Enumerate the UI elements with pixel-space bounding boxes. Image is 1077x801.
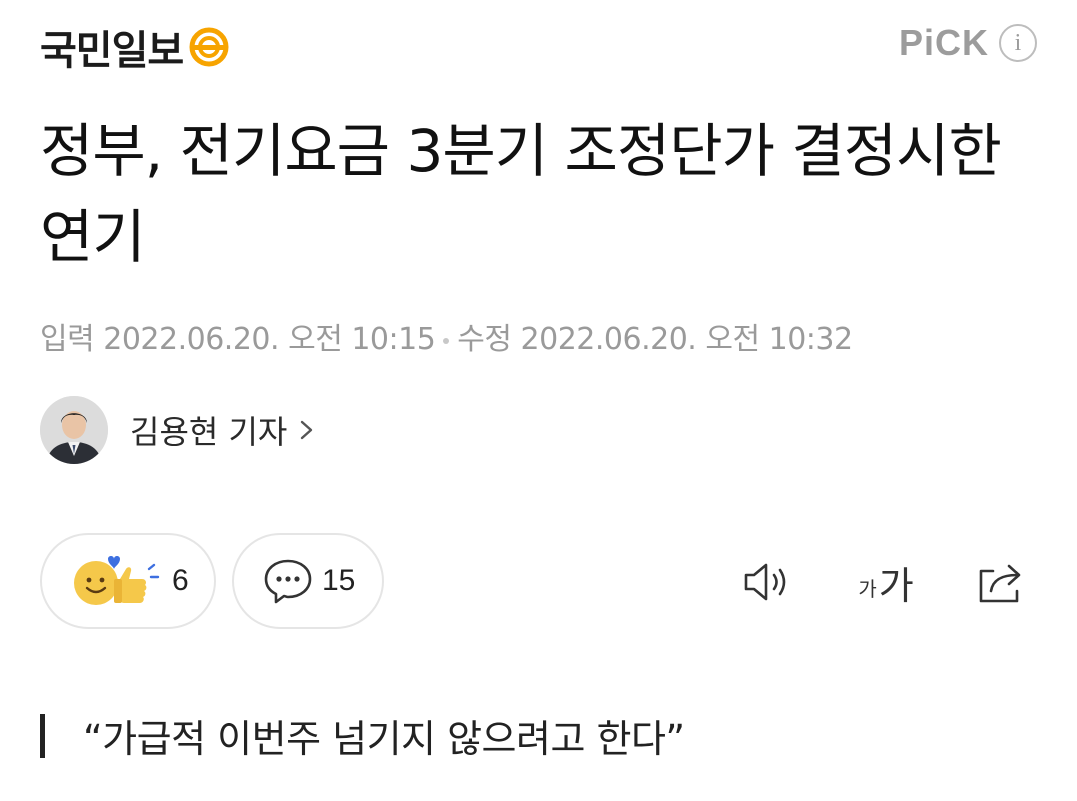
chevron-right-icon [301,420,313,440]
publisher-logo-text: 국민일보 [40,28,184,74]
published-date: 2022.06.20. 오전 10:15 [103,322,436,357]
font-size-small-label: 가 [858,577,877,601]
font-size-large-label: 가 [878,563,914,608]
subheading-text: “가급적 이번주 넘기지 않으려고 한다” [83,717,685,761]
reaction-count: 6 [172,564,189,597]
article-dates: 입력 2022.06.20. 오전 10:15 수정 2022.06.20. 오전… [40,314,853,358]
modified-date: 2022.06.20. 오전 10:32 [520,322,854,357]
smile-and-thumbs-up-icon [74,556,160,605]
share-icon [979,564,1021,603]
font-size-button[interactable]: 가 가 [848,552,924,612]
reaction-button[interactable]: 6 [40,533,216,629]
comment-bubble-icon [264,559,312,604]
article-title: 정부, 전기요금 3분기 조정단가 결정시한 연기 [40,117,1002,271]
published-label: 입력 [40,322,95,357]
share-button[interactable] [970,552,1032,612]
reporter-avatar [40,396,108,464]
comment-button[interactable]: 15 [232,533,384,629]
publisher-logo-mark-icon [189,27,229,67]
modified-label: 수정 [457,322,512,357]
app-header: 국민일보 PiCK i [0,0,1077,90]
pick-badge[interactable]: PiCK i [899,22,1037,64]
speaker-icon [744,563,786,601]
date-separator [443,337,450,344]
publisher-logo[interactable]: 국민일보 [40,18,229,76]
subheading-bar [40,713,45,758]
pick-label: PiCK [898,22,989,63]
comment-count: 15 [322,564,356,597]
article-subheading: “가급적 이번주 넘기지 않으려고 한다” [40,708,685,763]
reporter-name: 김용현 기자 [130,413,288,451]
text-to-speech-button[interactable] [738,552,798,612]
info-icon[interactable]: i [999,24,1037,62]
reporter-link[interactable]: 김용현 기자 [40,396,317,464]
